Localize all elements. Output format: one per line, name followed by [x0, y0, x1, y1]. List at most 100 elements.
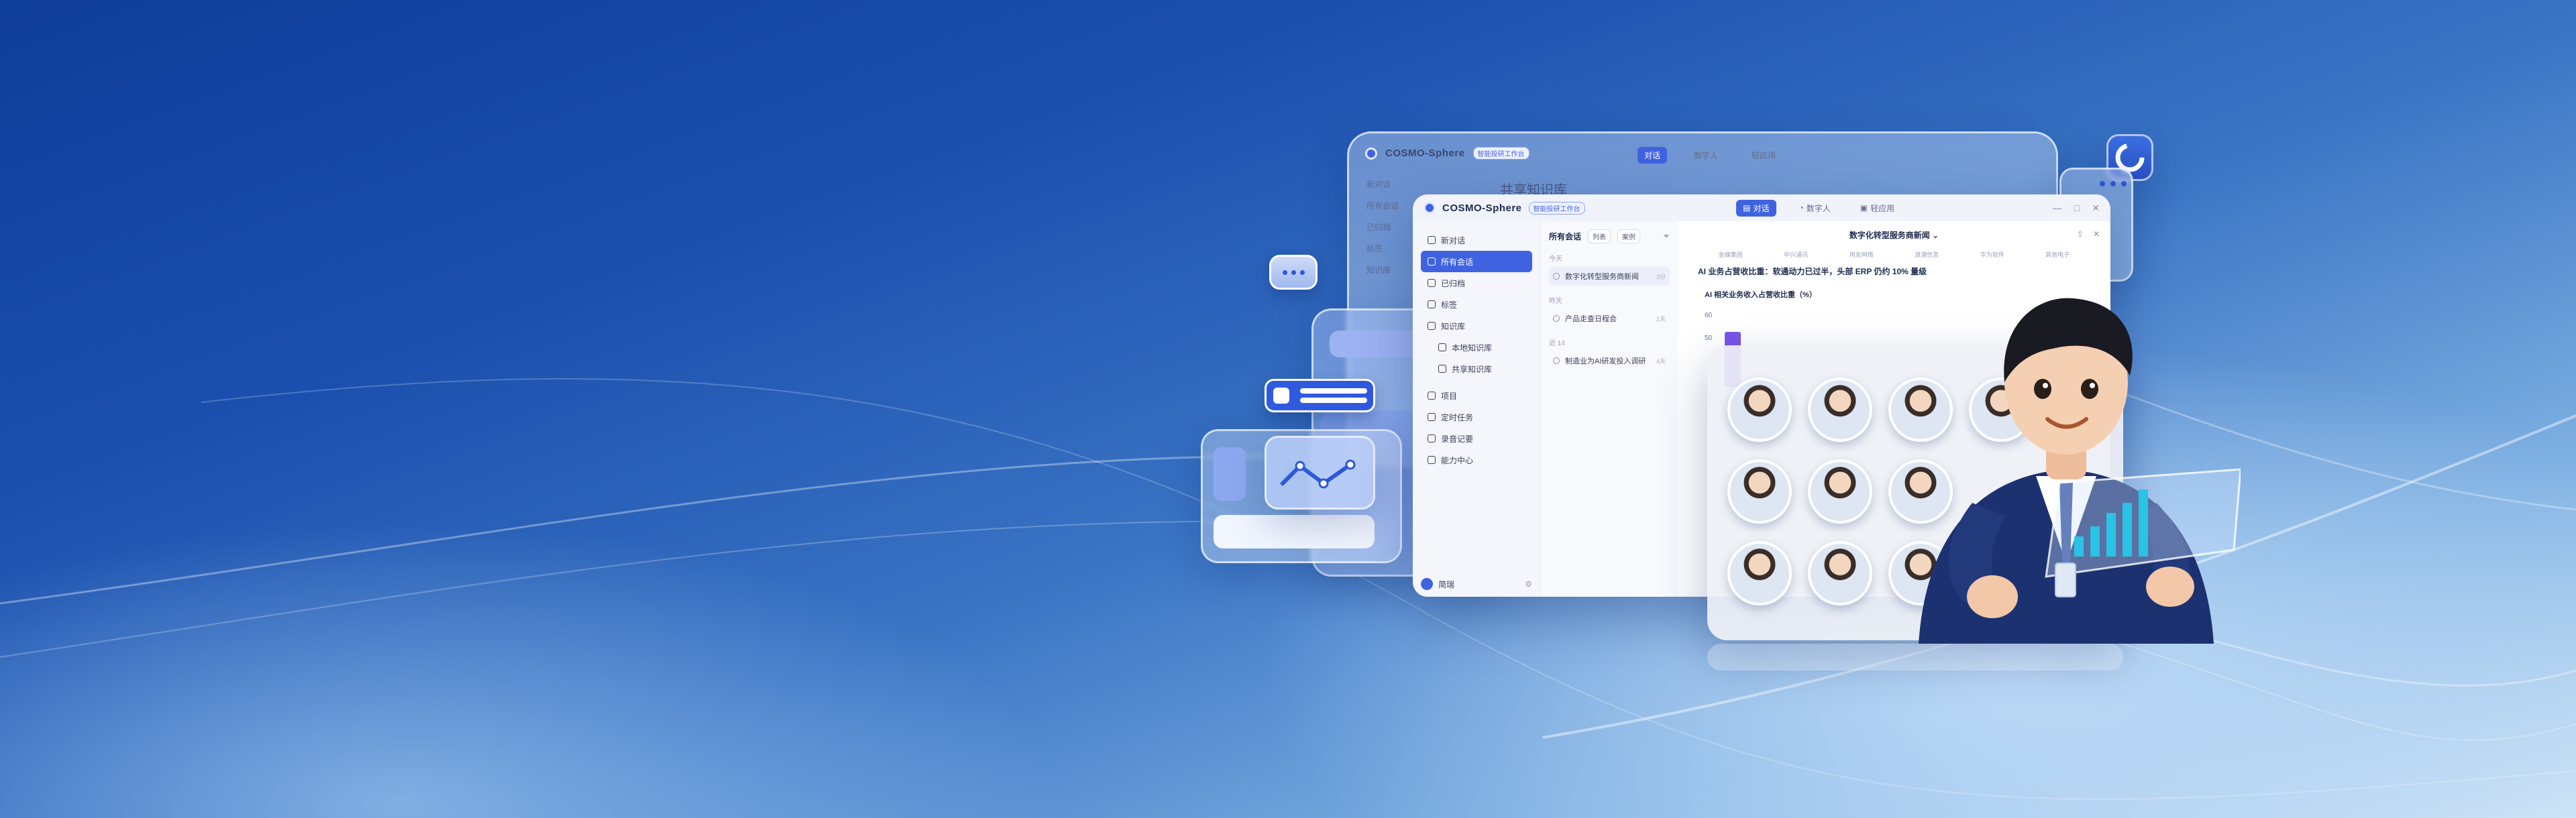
sidebar: 新对话 所有会话 已归档 标签 知识库 本地知识库 共享知识库 项目 定时任务 …: [1413, 221, 1540, 597]
sidebar-item-shared-kb[interactable]: 共享知识库: [1421, 358, 1532, 379]
digital-human-avatar[interactable]: [1727, 541, 1792, 605]
close-panel-icon[interactable]: ✕: [2093, 229, 2100, 239]
chat-circle-icon: [1553, 273, 1560, 280]
company-tab[interactable]: 金蝶集团: [1719, 250, 1743, 259]
chat-circle-icon: [1553, 357, 1560, 364]
sidebar-item-label: 共享知识库: [1452, 364, 1493, 374]
back-sidebar-item-new[interactable]: 新对话: [1366, 174, 1399, 195]
share-icon[interactable]: ⇪: [2077, 229, 2084, 239]
share-icon: [1438, 365, 1446, 373]
top-tabs: ▤ 对话 ◔ 数字人 ▣ 轻应用: [1736, 199, 1901, 217]
sidebar-item-knowledge-base[interactable]: 知识库: [1421, 315, 1532, 337]
chat-list-icon: [1428, 257, 1436, 266]
sidebar-item-label: 知识库: [1441, 321, 1466, 331]
filter-icon[interactable]: ⏷: [1663, 231, 1670, 241]
company-tab[interactable]: 其他电子: [2045, 250, 2070, 259]
conversation-time: 1天: [1656, 315, 1666, 323]
sidebar-item-label: 已归档: [1441, 278, 1466, 288]
book-icon: [1428, 322, 1436, 330]
tab-chat-label: 对话: [1753, 203, 1770, 213]
back-sidebar-item-tags[interactable]: 标签: [1366, 238, 1399, 259]
tab-chat[interactable]: ▤ 对话: [1736, 199, 1776, 217]
digital-human-avatar[interactable]: [1808, 377, 1872, 442]
sidebar-item-label: 标签: [1441, 300, 1458, 310]
company-tab[interactable]: 华为软件: [1980, 250, 2004, 259]
folder-icon: [1438, 343, 1446, 351]
conversation-title: 制造业为AI研发投入调研: [1565, 357, 1646, 365]
conversation-list-title: 所有会话: [1549, 232, 1582, 241]
back-tab-digital-human[interactable]: 数字人: [1687, 147, 1725, 164]
app-badge: 智能投研工作台: [1528, 201, 1585, 215]
title-bar: COSMO-Sphere 智能投研工作台 ▤ 对话 ◔ 数字人 ▣ 轻应用 — □ ✕: [1413, 194, 2110, 221]
report-headline: AI 业务占营收比重：软通动力已过半，头部 ERP 仍约 10% 量级: [1698, 267, 1927, 276]
sidebar-item-label: 录音记要: [1441, 434, 1474, 444]
y-tick-label: 60: [1705, 312, 1713, 319]
company-tab[interactable]: 中兴通讯: [1784, 250, 1808, 259]
sidebar-item-local-kb[interactable]: 本地知识库: [1421, 337, 1532, 358]
sidebar-item-label: 能力中心: [1441, 455, 1474, 465]
sidebar-item-label: 定时任务: [1441, 412, 1474, 422]
apps-icon: ▣: [1860, 203, 1868, 213]
y-tick-label: 50: [1705, 335, 1713, 342]
conversation-time: 3分: [1656, 273, 1666, 280]
company-tabs: 金蝶集团 中兴通讯 用友网络 浪潮信息 华为软件 其他电子: [1698, 250, 2090, 259]
digital-human-avatar[interactable]: [1727, 459, 1792, 524]
back-tab-apps[interactable]: 轻应用: [1745, 147, 1782, 164]
line-chart-card: [1265, 436, 1375, 510]
digital-human-avatar[interactable]: [1808, 541, 1872, 605]
conversation-title: 数字化转型服务商新闻: [1565, 273, 1639, 281]
conversation-item[interactable]: 数字化转型服务商新闻 3分: [1549, 267, 1670, 286]
toggle-card-icon: [1265, 379, 1375, 412]
tab-digital-human[interactable]: ◔ 数字人: [1792, 200, 1837, 217]
company-tab[interactable]: 浪潮信息: [1915, 250, 1939, 259]
filter-case-button[interactable]: 案例: [1617, 229, 1641, 243]
sidebar-item-projects[interactable]: 项目: [1421, 385, 1532, 406]
panel-reflection: [1707, 644, 2123, 670]
digital-human-avatar[interactable]: [1727, 377, 1792, 442]
maximize-button[interactable]: □: [2074, 202, 2080, 214]
user-profile[interactable]: 简瑞 ⚙: [1421, 578, 1532, 590]
businessman-illustration: [1919, 298, 2241, 644]
chat-circle-icon: [1553, 315, 1560, 322]
archive-icon: [1428, 279, 1436, 287]
sidebar-item-scheduled-tasks[interactable]: 定时任务: [1421, 406, 1532, 428]
tab-digital-human-label: 数字人: [1806, 203, 1831, 213]
minimize-button[interactable]: —: [2053, 202, 2062, 214]
tab-light-apps[interactable]: ▣ 轻应用: [1854, 200, 1901, 217]
app-logo-icon: [1424, 202, 1436, 214]
settings-icon[interactable]: ⚙: [1525, 579, 1532, 589]
chat-icon: ▤: [1743, 203, 1751, 213]
back-sidebar-item-kb[interactable]: 知识库: [1366, 259, 1399, 281]
group-label-recent: 近 14: [1549, 340, 1565, 347]
clock-icon: [1428, 413, 1436, 421]
mic-icon: [1428, 434, 1436, 443]
tab-light-apps-label: 轻应用: [1870, 203, 1895, 213]
group-label-yesterday: 昨天: [1549, 298, 1562, 305]
sidebar-item-label: 本地知识库: [1452, 343, 1493, 353]
sidebar-item-archived[interactable]: 已归档: [1421, 272, 1532, 294]
sidebar-item-capability-center[interactable]: 能力中心: [1421, 449, 1532, 471]
sidebar-item-label: 所有会话: [1441, 257, 1474, 267]
sidebar-item-new-chat[interactable]: 新对话: [1421, 229, 1532, 251]
conversation-item[interactable]: 产品走查日程会 1天: [1549, 309, 1670, 328]
filter-list-button[interactable]: 列表: [1588, 229, 1611, 243]
user-avatar: [1421, 578, 1433, 590]
conversation-item[interactable]: 制造业为AI研发投入调研 4天: [1549, 351, 1670, 370]
back-tab-chat[interactable]: 对话: [1638, 147, 1668, 164]
group-label-today: 今天: [1549, 255, 1562, 263]
grid-icon: [1428, 456, 1436, 464]
back-sidebar-item-archive[interactable]: 已归档: [1366, 217, 1399, 238]
line-chart-icon: [1279, 459, 1356, 489]
company-tab[interactable]: 用友网络: [1849, 250, 1874, 259]
sidebar-item-all-chats[interactable]: 所有会话: [1421, 251, 1532, 272]
new-chat-icon: [1428, 236, 1436, 244]
back-sidebar-item-all[interactable]: 所有会话: [1366, 195, 1399, 217]
conversation-time: 4天: [1656, 357, 1666, 365]
document-title[interactable]: 数字化转型服务商新闻 ⌄: [1698, 229, 2090, 241]
close-button[interactable]: ✕: [2092, 202, 2100, 214]
sidebar-item-tags[interactable]: 标签: [1421, 294, 1532, 315]
user-name: 简瑞: [1438, 579, 1455, 589]
digital-human-avatar[interactable]: [1808, 459, 1872, 524]
sidebar-item-recordings[interactable]: 录音记要: [1421, 428, 1532, 449]
tag-icon: [1428, 300, 1436, 308]
